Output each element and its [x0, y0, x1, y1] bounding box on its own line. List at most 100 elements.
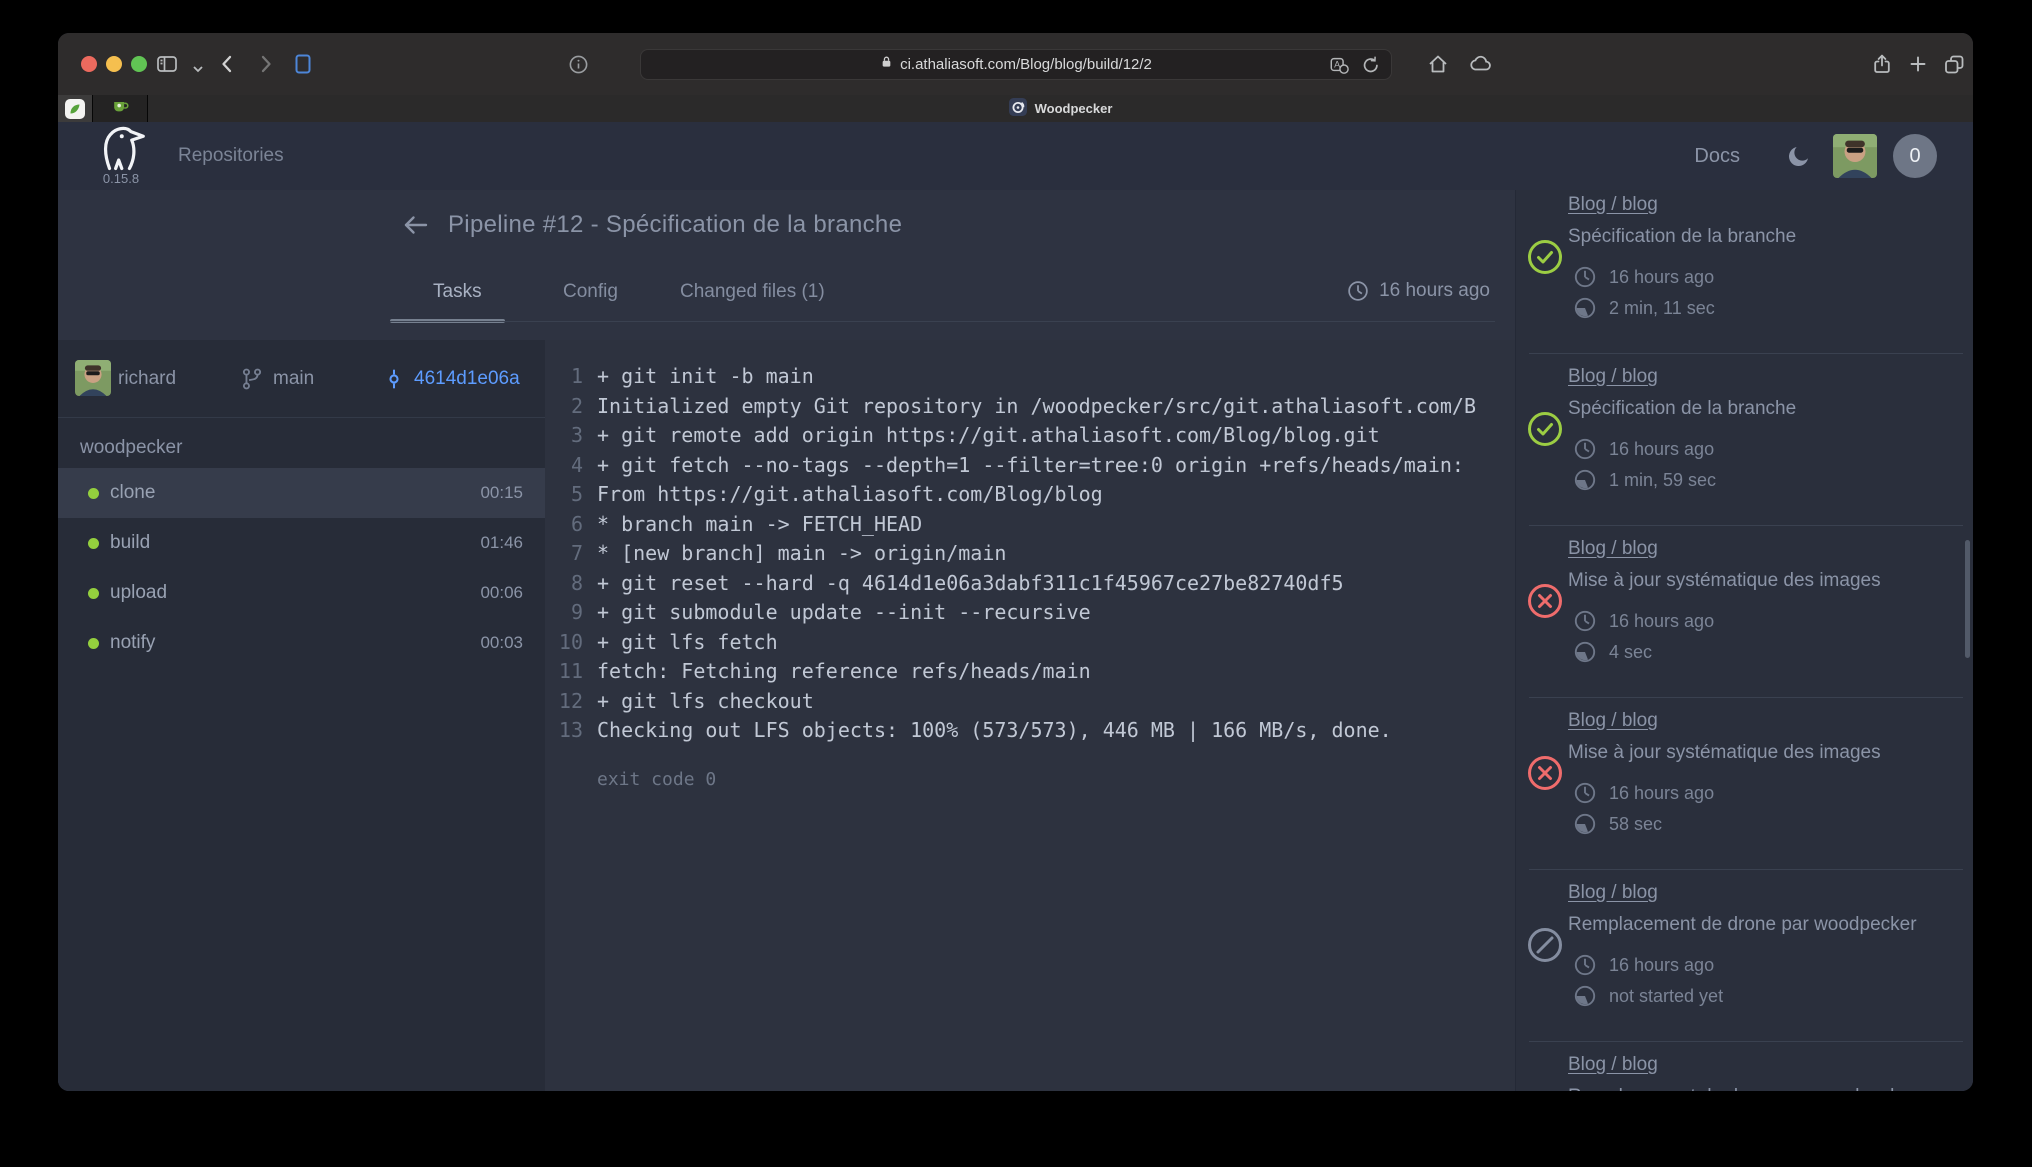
pinned-tab-leaf[interactable] [58, 95, 93, 122]
line-text: fetch: Fetching reference refs/heads/mai… [597, 657, 1091, 687]
duration-icon [1572, 467, 1598, 493]
build-duration-row: not started yet [1572, 983, 1723, 1009]
address-bar[interactable]: ci.athaliasoft.com/Blog/blog/build/12/2 … [640, 49, 1392, 80]
tasks-sidebar: richard main [58, 340, 545, 1091]
console-line: 9 + git submodule update --init --recurs… [545, 598, 1515, 628]
user-avatar[interactable] [1833, 134, 1877, 178]
build-item[interactable]: Blog / blog Mise à jour systématique des… [1516, 526, 1973, 698]
pipeline-tab[interactable]: Changed files (1) [680, 281, 825, 303]
woodpecker-app: 0.15.8 Repositories Docs [58, 122, 1973, 1091]
build-message: Mise à jour systématique des images [1568, 570, 1961, 592]
build-time-row: 16 hours ago [1572, 436, 1714, 462]
line-text: From https://git.athaliasoft.com/Blog/bl… [597, 480, 1103, 510]
build-duration-row: 4 sec [1572, 639, 1652, 665]
build-repo-link[interactable]: Blog / blog [1568, 194, 1658, 216]
console-line: 13 Checking out LFS objects: 100% (573/5… [545, 716, 1515, 746]
pipeline-panel: Pipeline #12 - Spécification de la branc… [58, 190, 1515, 1091]
active-tab[interactable]: Woodpecker [148, 95, 1973, 122]
build-duration: 4 sec [1609, 642, 1652, 663]
app-header: 0.15.8 Repositories Docs [58, 122, 1973, 190]
pinned-tab-gitea[interactable] [93, 95, 148, 122]
clock-icon [1572, 264, 1598, 290]
nav-docs[interactable]: Docs [1694, 122, 1740, 190]
gitea-cup-icon [111, 97, 130, 120]
build-status-icon [1526, 926, 1564, 964]
clock-icon [1572, 952, 1598, 978]
back-arrow-icon[interactable] [400, 210, 430, 240]
build-message: Spécification de la branche [1568, 226, 1961, 248]
back-button[interactable] [216, 52, 240, 76]
build-message: Mise à jour systématique des images [1568, 742, 1961, 764]
build-duration: 1 min, 59 sec [1609, 470, 1716, 491]
author-avatar [75, 360, 111, 396]
home-icon[interactable] [1426, 52, 1450, 76]
console-line: 5 From https://git.athaliasoft.com/Blog/… [545, 480, 1515, 510]
build-list: Blog / blog Spécification de la branche … [1516, 190, 1973, 1091]
sidebar-toggle-icon[interactable] [155, 52, 179, 76]
build-repo-link[interactable]: Blog / blog [1568, 366, 1658, 388]
build-time: 16 hours ago [1609, 955, 1714, 976]
zoom-window-button[interactable] [131, 56, 147, 72]
recent-builds-sidebar: Blog / blog Spécification de la branche … [1515, 190, 1973, 1091]
author-name: richard [118, 340, 176, 418]
task-row[interactable]: build 01:46 [58, 518, 545, 568]
pipeline-tab[interactable]: Config [563, 281, 618, 303]
build-repo-link[interactable]: Blog / blog [1568, 710, 1658, 732]
task-row[interactable]: notify 00:03 [58, 618, 545, 668]
line-number: 4 [545, 451, 583, 481]
minimize-window-button[interactable] [106, 56, 122, 72]
build-repo-link[interactable]: Blog / blog [1568, 882, 1658, 904]
line-text: Checking out LFS objects: 100% (573/573)… [597, 716, 1392, 746]
translate-icon[interactable]: A [1329, 55, 1349, 79]
task-row[interactable]: upload 00:06 [58, 568, 545, 618]
exit-code-label: exit code 0 [597, 769, 1515, 790]
build-repo-link[interactable]: Blog / blog [1568, 538, 1658, 560]
task-duration: 00:15 [480, 483, 523, 503]
console-line: 8 + git reset --hard -q 4614d1e06a3dabf3… [545, 569, 1515, 599]
build-item[interactable]: Blog / blog Spécification de la branche … [1516, 354, 1973, 526]
build-item[interactable]: Blog / blog Mise à jour systématique des… [1516, 698, 1973, 870]
commit-link[interactable]: 4614d1e06a [383, 340, 520, 418]
new-tab-icon[interactable] [1906, 52, 1930, 76]
build-item[interactable]: Blog / blog Remplacement de drone par wo… [1516, 1042, 1973, 1091]
build-repo-link[interactable]: Blog / blog [1568, 1054, 1658, 1076]
cloud-icon[interactable] [1468, 52, 1492, 76]
sidebar-chevron-down-icon[interactable] [186, 57, 210, 81]
pipeline-tab[interactable]: Tasks [433, 281, 482, 303]
leaf-icon [65, 99, 85, 119]
task-row[interactable]: clone 00:15 [58, 468, 545, 518]
nav-repositories[interactable]: Repositories [178, 122, 284, 190]
woodpecker-logo[interactable]: 0.15.8 [93, 124, 149, 186]
task-status-dot [88, 538, 99, 549]
build-item[interactable]: Blog / blog Spécification de la branche … [1516, 190, 1973, 354]
browser-toolbar: ci.athaliasoft.com/Blog/blog/build/12/2 … [58, 33, 1973, 95]
task-duration: 01:46 [480, 533, 523, 553]
duration-icon [1572, 811, 1598, 837]
reload-icon[interactable] [1361, 55, 1381, 79]
dark-mode-moon-icon[interactable] [1787, 144, 1811, 168]
reader-page-icon[interactable] [291, 52, 315, 76]
line-text: + git remote add origin https://git.atha… [597, 421, 1380, 451]
close-window-button[interactable] [81, 56, 97, 72]
line-text: + git lfs checkout [597, 687, 814, 717]
scrollbar-thumb[interactable] [1965, 540, 1970, 658]
build-status-icon [1526, 238, 1564, 276]
console-line: 4 + git fetch --no-tags --depth=1 --filt… [545, 451, 1515, 481]
build-duration-row: 58 sec [1572, 811, 1662, 837]
build-item[interactable]: Blog / blog Remplacement de drone par wo… [1516, 870, 1973, 1042]
forward-button[interactable] [253, 52, 277, 76]
build-meta-row: richard main [58, 340, 545, 418]
notification-badge[interactable]: 0 [1893, 134, 1937, 178]
page-info-icon[interactable] [566, 52, 590, 76]
duration-icon [1572, 639, 1598, 665]
line-number: 11 [545, 657, 583, 687]
build-time: 16 hours ago [1609, 783, 1714, 804]
task-name: notify [110, 632, 155, 654]
share-icon[interactable] [1870, 52, 1894, 76]
branch-icon [240, 366, 264, 392]
success-check-icon [1526, 410, 1564, 448]
build-time-row: 16 hours ago [1572, 780, 1714, 806]
line-number: 8 [545, 569, 583, 599]
tab-overview-icon[interactable] [1942, 52, 1966, 76]
task-name: build [110, 532, 150, 554]
